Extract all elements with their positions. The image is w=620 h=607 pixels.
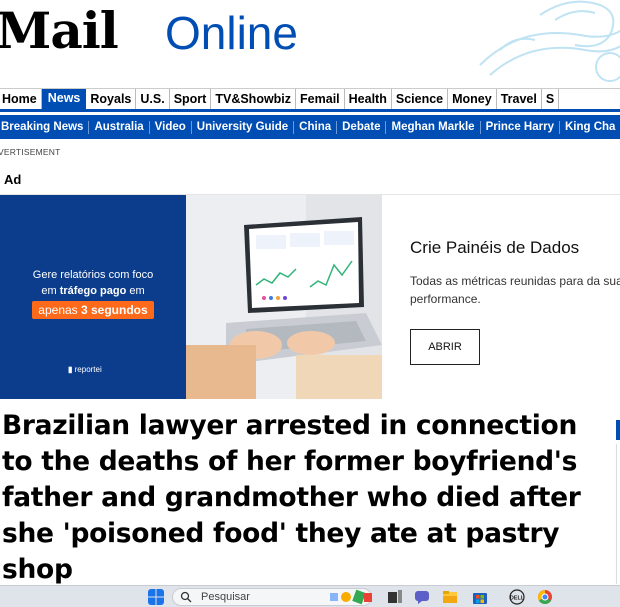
ad-description: Todas as métricas reunidas para da sua p… (410, 274, 620, 306)
subnav-item-breaking-news[interactable]: Breaking News (0, 120, 90, 134)
nav-item-science[interactable]: Science (392, 89, 449, 109)
logo-mail[interactable]: Mail (0, 6, 119, 56)
subnav-item-debate[interactable]: Debate (337, 120, 387, 134)
logo-online[interactable]: Online (165, 10, 298, 56)
nav-item-health[interactable]: Health (345, 89, 392, 109)
ad-title[interactable]: Crie Painéis de Dados (410, 238, 579, 258)
widgets-icon[interactable] (326, 589, 374, 605)
subnav-item-video[interactable]: Video (150, 120, 192, 134)
file-explorer-icon[interactable] (442, 589, 458, 605)
subnav-item-king-charles[interactable]: King Cha (560, 121, 620, 134)
nav-item-news[interactable]: News (41, 89, 87, 109)
ad-left-line2: em tráfego pago em (10, 283, 176, 299)
taskbar: Pesquisar DELL (0, 585, 620, 607)
nav-item-sport[interactable]: Sport (170, 89, 212, 109)
ad-pill-prefix: apenas (38, 303, 81, 317)
masthead: Mail Online (0, 0, 620, 86)
ad-brand: ▮ reportei (68, 365, 102, 374)
dell-icon[interactable]: DELL (509, 589, 525, 605)
subnav-item-university-guide[interactable]: University Guide (192, 120, 295, 134)
ad-left-line1: Gere relatórios com foco (32, 269, 154, 281)
ad-label: Ad (4, 172, 22, 187)
ad-banner[interactable]: Gere relatórios com foco em tráfego pago… (0, 194, 620, 399)
primary-nav: Home News Royals U.S. Sport TV&Showbiz F… (0, 88, 620, 112)
ad-pill: apenas 3 segundos (32, 301, 154, 319)
task-view-icon[interactable] (387, 589, 403, 605)
svg-text:DELL: DELL (510, 596, 525, 602)
browser-page: Mail Online Home News Royals U.S. Sport … (0, 0, 620, 607)
ad-left-text: Gere relatórios com foco em tráfego pago… (10, 267, 176, 319)
ad-left-line2-bold: tráfego pago (59, 285, 127, 297)
nav-item-home[interactable]: Home (0, 89, 42, 109)
subnav-item-china[interactable]: China (294, 120, 338, 134)
chat-icon[interactable] (414, 589, 430, 605)
nav-item-tv-showbiz[interactable]: TV&Showbiz (211, 89, 297, 109)
nav-item-s[interactable]: S (542, 89, 560, 109)
ad-left-line2-prefix: em (41, 285, 60, 297)
windows-start-icon[interactable] (148, 589, 164, 605)
ad-brand-label: reportei (74, 365, 102, 374)
side-column-divider (616, 444, 620, 584)
chrome-icon[interactable] (537, 589, 553, 605)
article-headline[interactable]: Brazilian lawyer arrested in connection … (2, 408, 612, 588)
advertisement-label: VERTISEMENT (0, 147, 61, 157)
nav-item-travel[interactable]: Travel (497, 89, 542, 109)
ad-left-line2-suffix: em (126, 285, 145, 297)
laptop-illustration-icon (186, 195, 382, 399)
ad-open-button[interactable]: ABRIR (410, 329, 480, 365)
subnav-item-meghan-markle[interactable]: Meghan Markle (386, 120, 481, 134)
reportei-logo-icon: ▮ (68, 365, 75, 374)
search-icon (180, 591, 192, 603)
nav-item-money[interactable]: Money (448, 89, 497, 109)
taskbar-search-placeholder: Pesquisar (201, 591, 250, 603)
secondary-nav: Breaking News Australia Video University… (0, 115, 620, 139)
subnav-item-prince-harry[interactable]: Prince Harry (481, 120, 560, 134)
nav-item-femail[interactable]: Femail (296, 89, 345, 109)
ad-pill-bold: 3 segundos (81, 303, 148, 317)
side-widget-marker (616, 420, 620, 440)
ad-left-panel[interactable]: Gere relatórios com foco em tráfego pago… (0, 195, 186, 399)
subnav-item-australia[interactable]: Australia (89, 120, 150, 134)
masthead-decoration-icon (479, 0, 620, 82)
ad-laptop-image[interactable] (186, 195, 382, 399)
nav-item-royals[interactable]: Royals (86, 89, 137, 109)
store-icon[interactable] (472, 589, 488, 605)
nav-item-us[interactable]: U.S. (136, 89, 170, 109)
